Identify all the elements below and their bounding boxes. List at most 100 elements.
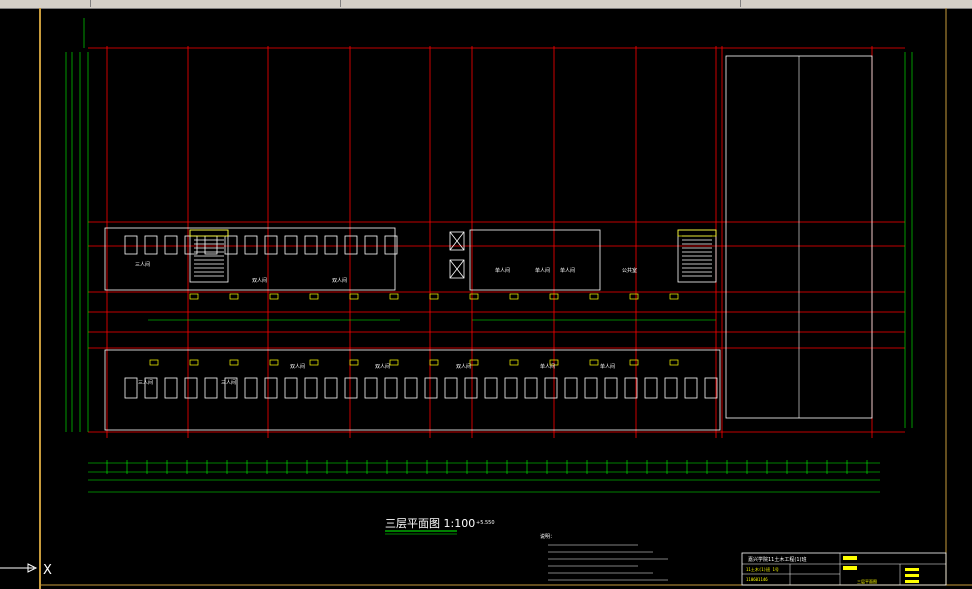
furniture-unit: [364, 235, 378, 255]
title-block-fill: [843, 566, 857, 570]
furniture-unit: [444, 377, 458, 399]
furniture-unit: [604, 377, 618, 399]
furniture-unit: [284, 235, 298, 255]
fixtures: [149, 229, 717, 366]
room-label: 双人间: [332, 277, 347, 284]
furniture-unit: [244, 235, 258, 255]
furniture-unit: [464, 377, 478, 399]
room-label: 公共室: [622, 267, 637, 274]
furniture-unit: [344, 235, 358, 255]
fixture-symbol: [309, 293, 319, 300]
fixture-symbol: [389, 293, 399, 300]
furniture-unit: [404, 377, 418, 399]
furniture-unit: [664, 377, 678, 399]
room-label: 三人间: [135, 261, 150, 268]
furniture-unit: [324, 377, 338, 399]
room-label: 双人间: [375, 363, 390, 370]
furniture-unit: [524, 377, 538, 399]
fixture-symbol: [509, 293, 519, 300]
furniture-unit: [504, 377, 518, 399]
fixture-symbol: [429, 293, 439, 300]
furniture-unit: [544, 377, 558, 399]
furniture-unit: [204, 235, 218, 255]
furniture-unit: [384, 377, 398, 399]
toolbar-segment[interactable]: [340, 0, 741, 7]
furniture-unit: [224, 235, 238, 255]
room-label: 三人间: [221, 379, 236, 386]
furniture-unit: [284, 377, 298, 399]
furniture-unit: [244, 377, 258, 399]
title-block-fill: [905, 568, 919, 571]
axis-grid: [88, 46, 905, 438]
title-block-row1: 11土木(1)班 1号: [746, 566, 779, 572]
fixture-symbol: [629, 293, 639, 300]
fixture-symbol: [509, 359, 519, 366]
room-label: 单人间: [560, 267, 575, 274]
fixture-symbol: [469, 293, 479, 300]
furniture-unit: [644, 377, 658, 399]
notes: 说明：: [540, 533, 668, 581]
drawing-title: 三层平面图 1:100: [385, 517, 475, 530]
room-label: 三人间: [138, 379, 153, 386]
furniture-unit: [184, 377, 198, 399]
ucs-icon: X: [0, 563, 52, 578]
fixture-symbol: [389, 359, 399, 366]
fixture-symbol: [629, 359, 639, 366]
fixture-symbol: [189, 359, 199, 366]
room-label: 单人间: [600, 363, 615, 370]
toolbar-segment[interactable]: [740, 0, 972, 7]
room-label: 双人间: [252, 277, 267, 284]
fixture-symbol: [589, 359, 599, 366]
room-label: 单人间: [540, 363, 555, 370]
wall-block-north-west: [104, 227, 396, 291]
furniture-unit: [184, 235, 198, 255]
furniture-unit: [164, 377, 178, 399]
fixture-symbol: [349, 293, 359, 300]
room-label: 单人间: [535, 267, 550, 274]
elevation-label: +5.550: [476, 520, 495, 526]
room-label: 单人间: [495, 267, 510, 274]
fixture-symbol: [229, 293, 239, 300]
wall-block-north-east: [469, 229, 601, 291]
title-block-fill: [843, 556, 857, 560]
fixture-symbol: [149, 359, 159, 366]
furniture-unit: [344, 377, 358, 399]
fixture-symbol: [229, 359, 239, 366]
toolbar-segment[interactable]: [0, 0, 91, 7]
title-block: 嘉兴学院11土木工程(1)班 11土木(1)班 1号 110601146 三层平…: [741, 552, 947, 586]
fixture-symbol: [669, 293, 679, 300]
fixture-symbol: [469, 359, 479, 366]
room-label: 双人间: [290, 363, 305, 370]
title-block-sheet: 三层平面图: [857, 578, 877, 584]
furniture-unit: [124, 235, 138, 255]
stair-highlight: [677, 229, 717, 237]
dimension-lines: [65, 18, 913, 493]
fixture-symbol: [429, 359, 439, 366]
furniture-unit: [424, 377, 438, 399]
room-label: 双人间: [456, 363, 471, 370]
furniture-unit: [144, 235, 158, 255]
cad-application: 三人间 双人间 双人间 单人间 单人间 单人间 公共室 三人间 三人间 双人间 …: [0, 0, 972, 589]
room-labels: 三人间 双人间 双人间 单人间 单人间 单人间 公共室 三人间 三人间 双人间 …: [135, 261, 637, 386]
fixture-symbol: [669, 359, 679, 366]
ucs-x-label: X: [43, 563, 52, 578]
furniture-unit: [364, 377, 378, 399]
furniture-unit: [304, 235, 318, 255]
title-block-row2: 110601146: [746, 577, 768, 582]
furniture-unit: [624, 377, 638, 399]
furniture-unit: [564, 377, 578, 399]
drawing-canvas[interactable]: 三人间 双人间 双人间 单人间 单人间 单人间 公共室 三人间 三人间 双人间 …: [0, 8, 972, 589]
fixture-symbol: [589, 293, 599, 300]
furniture-unit: [584, 377, 598, 399]
furniture-unit: [304, 377, 318, 399]
toolbar-segment[interactable]: [90, 0, 341, 7]
title-block-fill: [905, 574, 919, 577]
fixture-symbol: [349, 359, 359, 366]
fixture-symbol: [269, 293, 279, 300]
notes-heading: 说明：: [540, 533, 555, 540]
fixture-symbol: [309, 359, 319, 366]
stair-highlight: [189, 229, 229, 237]
furniture-unit: [484, 377, 498, 399]
fixture-symbol: [269, 359, 279, 366]
furniture-unit: [204, 377, 218, 399]
